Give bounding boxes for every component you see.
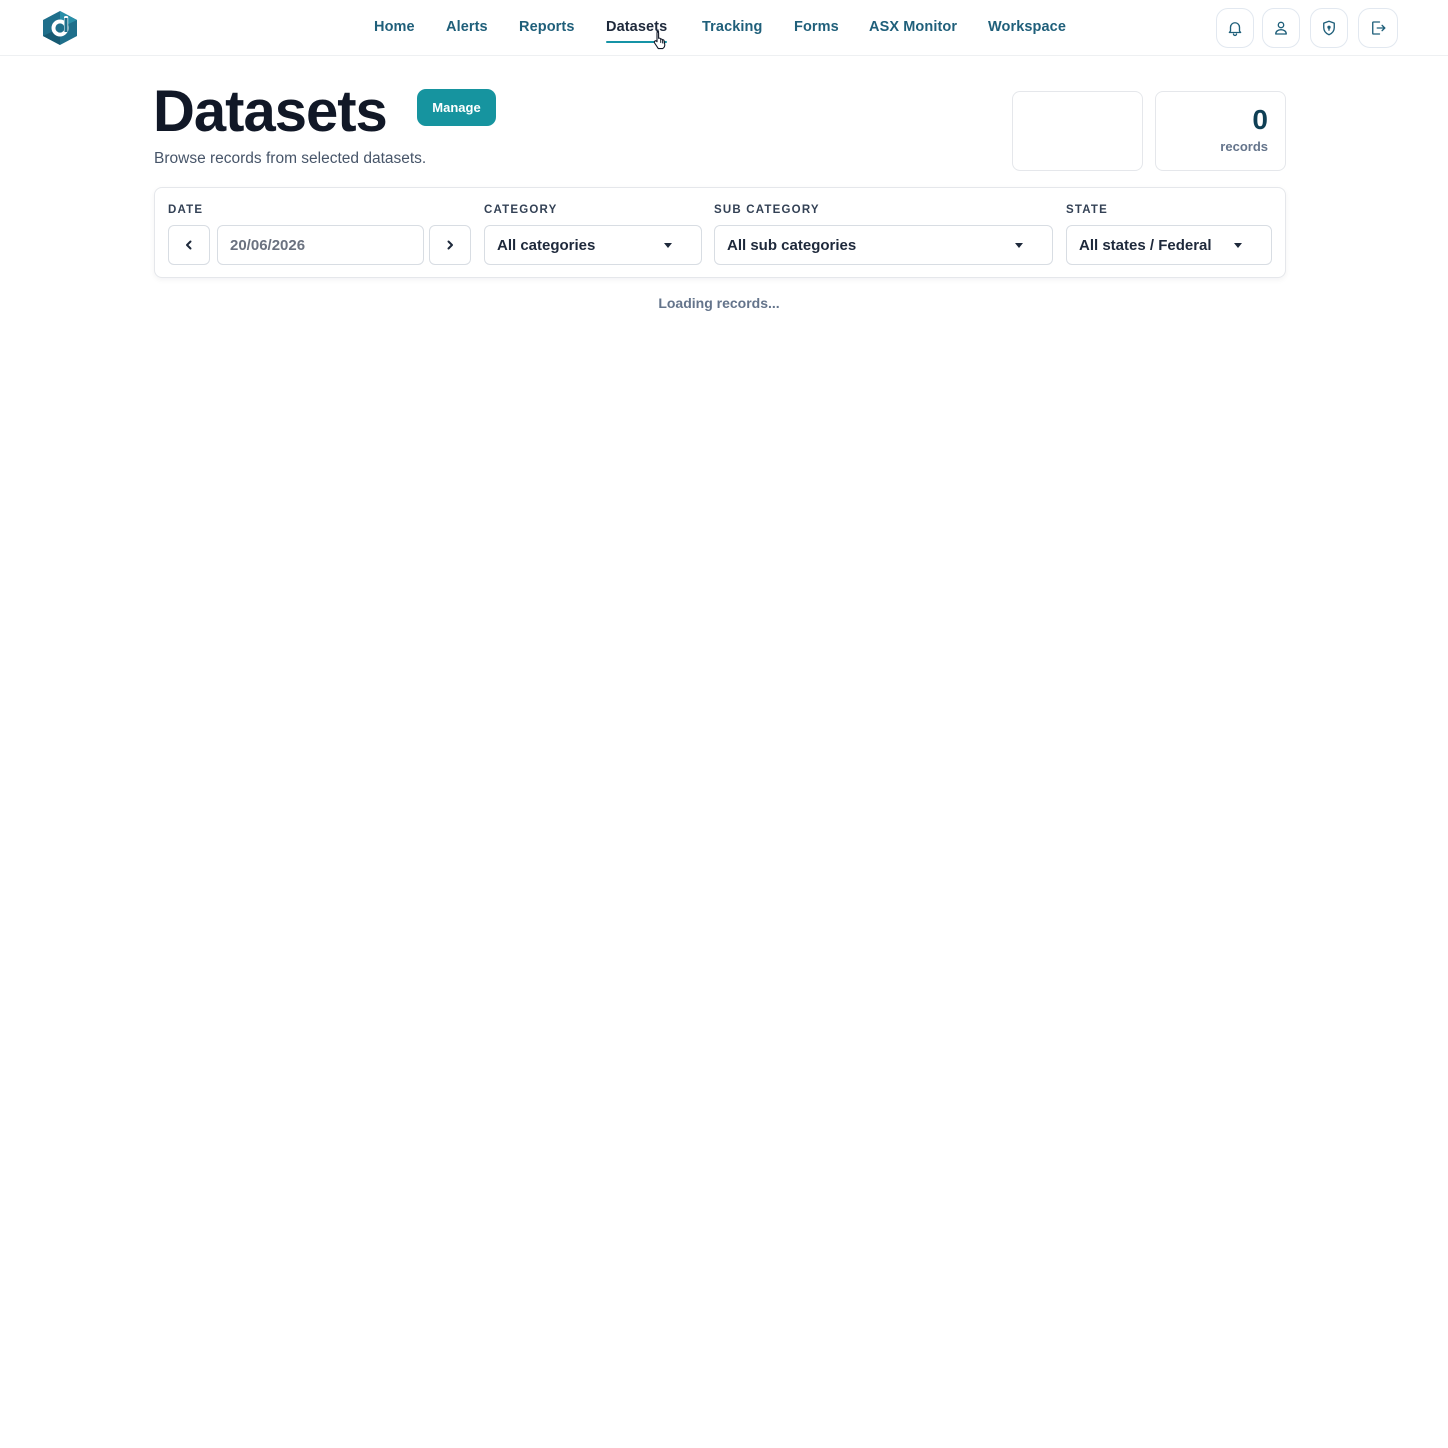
caret-down-icon xyxy=(1015,242,1023,248)
records-label: records xyxy=(1220,139,1268,154)
security-button[interactable] xyxy=(1310,8,1348,48)
logout-button[interactable] xyxy=(1358,8,1398,48)
category-select-value: All categories xyxy=(497,236,596,254)
stat-card-records: 0 records xyxy=(1155,91,1286,171)
nav-home[interactable]: Home xyxy=(374,19,415,35)
nav-forms[interactable]: Forms xyxy=(794,19,839,35)
category-filter-label: CATEGORY xyxy=(484,204,558,216)
category-select[interactable]: All categories xyxy=(484,225,702,265)
caret-down-icon xyxy=(664,242,672,248)
records-count: 0 xyxy=(1252,104,1268,135)
top-navbar: Home Alerts Reports Datasets Tracking Fo… xyxy=(0,0,1448,56)
previous-date-button[interactable] xyxy=(168,225,210,265)
logout-icon xyxy=(1372,21,1386,35)
notifications-button[interactable] xyxy=(1216,8,1254,48)
mouse-pointer-icon xyxy=(652,30,668,50)
date-field[interactable] xyxy=(217,225,424,265)
shield-icon xyxy=(1323,20,1335,36)
chevron-right-icon xyxy=(447,240,453,250)
stat-card-empty xyxy=(1012,91,1143,171)
date-filter-label: DATE xyxy=(168,204,204,216)
bell-icon xyxy=(1228,22,1242,37)
state-filter-label: STATE xyxy=(1066,204,1108,216)
next-date-button[interactable] xyxy=(429,225,471,265)
nav-workspace[interactable]: Workspace xyxy=(988,19,1066,35)
manage-button[interactable]: Manage xyxy=(417,89,496,126)
page-title: Datasets xyxy=(153,79,388,144)
subcategory-select[interactable]: All sub categories xyxy=(714,225,1053,265)
loading-status: Loading records... xyxy=(658,295,780,311)
chevron-left-icon xyxy=(186,240,192,250)
filter-panel: DATE CATEGORY All categories SUB CATEGOR… xyxy=(154,187,1286,278)
date-input[interactable] xyxy=(218,236,423,254)
subcategory-select-value: All sub categories xyxy=(727,236,857,254)
state-select[interactable]: All states / Federal xyxy=(1066,225,1272,265)
profile-button[interactable] xyxy=(1262,8,1300,48)
nav-asx-monitor[interactable]: ASX Monitor xyxy=(869,19,957,35)
page-subtitle: Browse records from selected datasets. xyxy=(154,150,427,167)
nav-alerts[interactable]: Alerts xyxy=(446,19,488,35)
nav-tracking[interactable]: Tracking xyxy=(702,19,762,35)
caret-down-icon xyxy=(1234,242,1242,248)
subcategory-filter-label: SUB CATEGORY xyxy=(714,204,820,216)
nav-reports[interactable]: Reports xyxy=(519,19,575,35)
user-icon xyxy=(1275,21,1287,35)
state-select-value: All states / Federal xyxy=(1079,236,1212,254)
